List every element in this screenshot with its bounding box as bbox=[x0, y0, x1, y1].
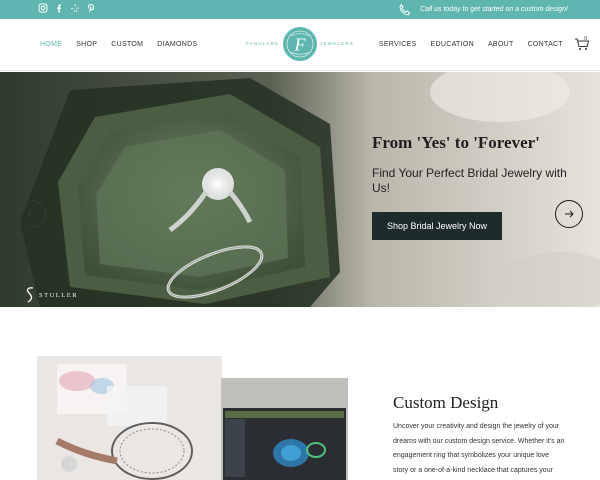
custom-design-sketch-image bbox=[37, 356, 222, 480]
nav-left: HOME SHOP CUSTOM DIAMONDS bbox=[40, 41, 197, 48]
nav-item-contact[interactable]: CONTACT bbox=[528, 41, 563, 48]
nav-item-services[interactable]: SERVICES bbox=[379, 41, 417, 48]
cart-icon[interactable] bbox=[574, 37, 590, 51]
prev-slide-button[interactable] bbox=[18, 200, 46, 228]
custom-design-title: Custom Design bbox=[393, 393, 499, 412]
social-links bbox=[38, 3, 96, 14]
nav-item-education[interactable]: EDUCATION bbox=[431, 41, 474, 48]
pinterest-icon[interactable] bbox=[86, 3, 96, 14]
facebook-icon[interactable] bbox=[54, 3, 64, 14]
phone-icon bbox=[399, 3, 411, 16]
call-banner[interactable]: Call us today to get started on a custom… bbox=[398, 0, 568, 19]
nav-item-about[interactable]: ABOUT bbox=[488, 41, 514, 48]
logo-text-right: JEWELERS bbox=[320, 41, 354, 46]
stuller-logo: STULLER bbox=[24, 286, 78, 304]
arrow-left-icon bbox=[27, 210, 36, 218]
custom-design-body: Uncover your creativity and design the j… bbox=[393, 423, 565, 474]
logo-letter: F bbox=[294, 35, 307, 55]
next-slide-button[interactable] bbox=[555, 200, 583, 228]
stuller-text: STULLER bbox=[39, 291, 79, 299]
nav-right: SERVICES EDUCATION ABOUT CONTACT bbox=[379, 41, 563, 48]
custom-design-cad-image bbox=[221, 378, 348, 480]
yelp-icon[interactable] bbox=[70, 3, 80, 14]
nav-item-shop[interactable]: SHOP bbox=[76, 41, 97, 48]
hero-subtitle: Find Your Perfect Bridal Jewelry with Us… bbox=[372, 166, 567, 195]
logo-monogram-icon: F bbox=[283, 27, 317, 61]
nav-item-custom[interactable]: CUSTOM bbox=[111, 41, 143, 48]
top-bar: Call us today to get started on a custom… bbox=[0, 0, 600, 19]
nav-item-diamonds[interactable]: DIAMONDS bbox=[157, 41, 197, 48]
logo-text-left: FANULARE bbox=[246, 41, 280, 46]
arrow-right-icon bbox=[565, 210, 574, 218]
stuller-mark-icon bbox=[26, 287, 34, 303]
hero-title: From 'Yes' to 'Forever' bbox=[372, 133, 540, 152]
main-nav: HOME SHOP CUSTOM DIAMONDS FANULARE F JEW… bbox=[0, 19, 600, 71]
nav-item-home[interactable]: HOME bbox=[40, 41, 62, 48]
hero-banner: From 'Yes' to 'Forever' Find Your Perfec… bbox=[0, 72, 600, 307]
shop-bridal-button[interactable]: Shop Bridal Jewelry Now bbox=[372, 212, 502, 240]
instagram-icon[interactable] bbox=[38, 3, 48, 14]
site-logo[interactable]: FANULARE F JEWELERS bbox=[246, 26, 354, 64]
cart-count: 0 bbox=[584, 36, 587, 42]
call-text[interactable]: Call us today to get started on a custom… bbox=[420, 6, 568, 13]
